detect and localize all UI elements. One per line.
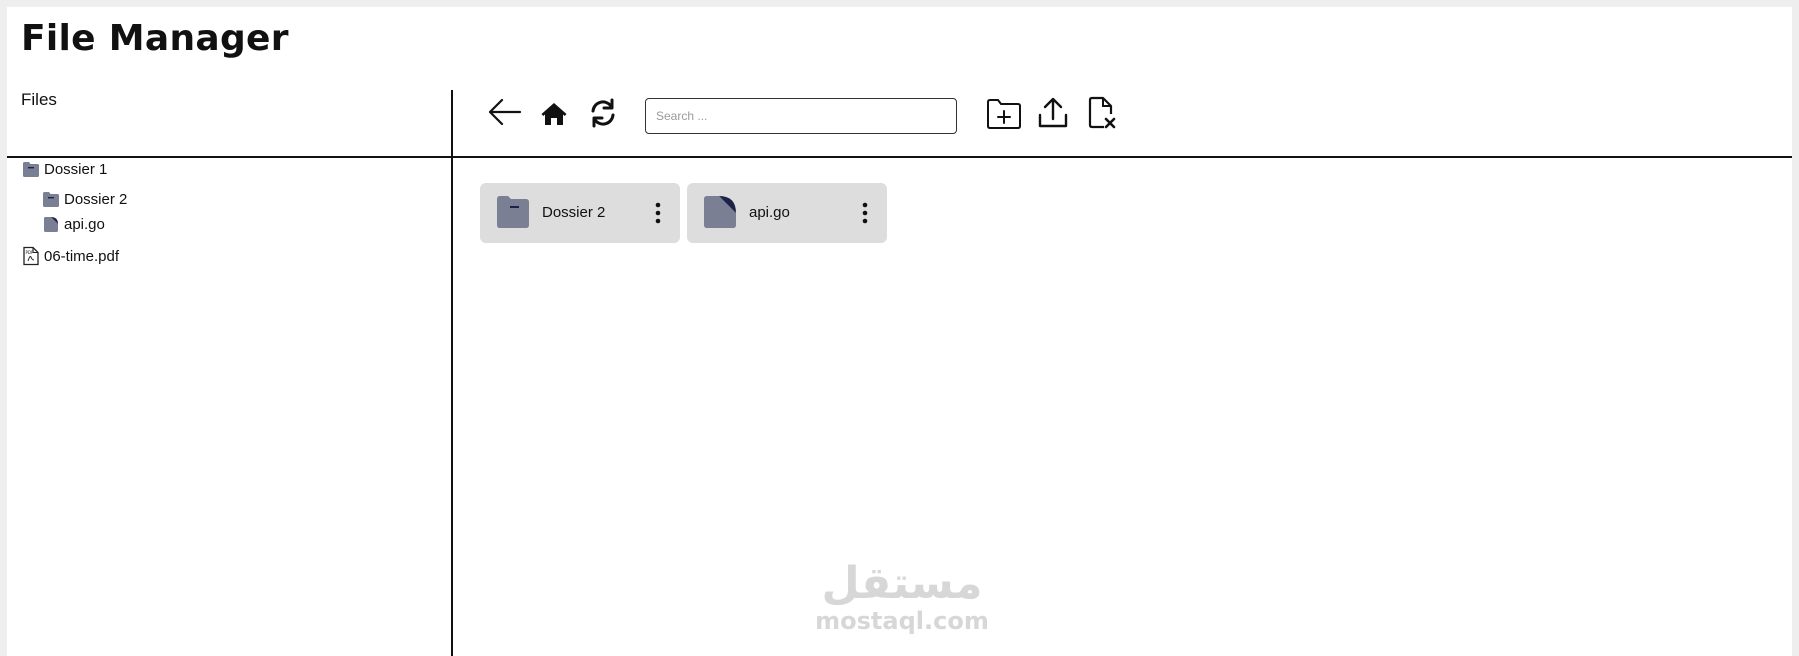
item-card-api-go[interactable]: api.go bbox=[687, 183, 887, 243]
tree-item-06-time-pdf[interactable]: PDF 06-time.pdf bbox=[22, 246, 119, 266]
arrow-left-icon bbox=[488, 97, 522, 132]
watermark-arabic: مستقل bbox=[821, 558, 983, 609]
upload-icon bbox=[1037, 97, 1069, 134]
sidebar-header: Files bbox=[21, 90, 57, 109]
home-button[interactable] bbox=[535, 97, 573, 135]
upload-button[interactable] bbox=[1034, 96, 1072, 134]
file-delete-icon bbox=[1087, 96, 1117, 135]
svg-text:PDF: PDF bbox=[26, 250, 34, 255]
watermark-logo: مستقل mostaql.com bbox=[812, 558, 992, 635]
folder-icon bbox=[496, 195, 530, 234]
home-icon bbox=[540, 101, 568, 132]
tree-item-label: api.go bbox=[64, 216, 105, 233]
refresh-icon bbox=[588, 98, 618, 133]
search-input[interactable] bbox=[645, 98, 957, 134]
pdf-file-icon: PDF bbox=[22, 246, 40, 266]
item-card-label: api.go bbox=[749, 204, 790, 221]
back-button[interactable] bbox=[486, 95, 524, 133]
tree-item-dossier-2[interactable]: Dossier 2 bbox=[42, 191, 127, 208]
item-card-label: Dossier 2 bbox=[542, 204, 606, 221]
more-options-icon[interactable] bbox=[654, 201, 662, 225]
file-icon bbox=[42, 216, 60, 233]
more-options-icon[interactable] bbox=[861, 201, 869, 225]
tree-item-label: Dossier 1 bbox=[44, 161, 108, 178]
page-title: File Manager bbox=[21, 18, 289, 59]
item-card-dossier-2[interactable]: Dossier 2 bbox=[480, 183, 680, 243]
folder-icon bbox=[42, 191, 60, 208]
tree-item-label: 06-time.pdf bbox=[44, 247, 120, 265]
delete-file-button[interactable] bbox=[1083, 96, 1121, 134]
folder-plus-icon bbox=[986, 98, 1022, 135]
toolbar-divider bbox=[7, 156, 1792, 158]
tree-item-label: Dossier 2 bbox=[64, 191, 128, 208]
tree-item-api-go[interactable]: api.go bbox=[42, 216, 105, 233]
folder-icon bbox=[22, 161, 40, 178]
sidebar-divider bbox=[451, 90, 453, 656]
watermark-latin: mostaql.com bbox=[815, 607, 989, 635]
new-folder-button[interactable] bbox=[985, 97, 1023, 135]
refresh-button[interactable] bbox=[584, 96, 622, 134]
file-icon bbox=[703, 195, 737, 234]
tree-item-dossier-1[interactable]: Dossier 1 bbox=[22, 161, 107, 178]
